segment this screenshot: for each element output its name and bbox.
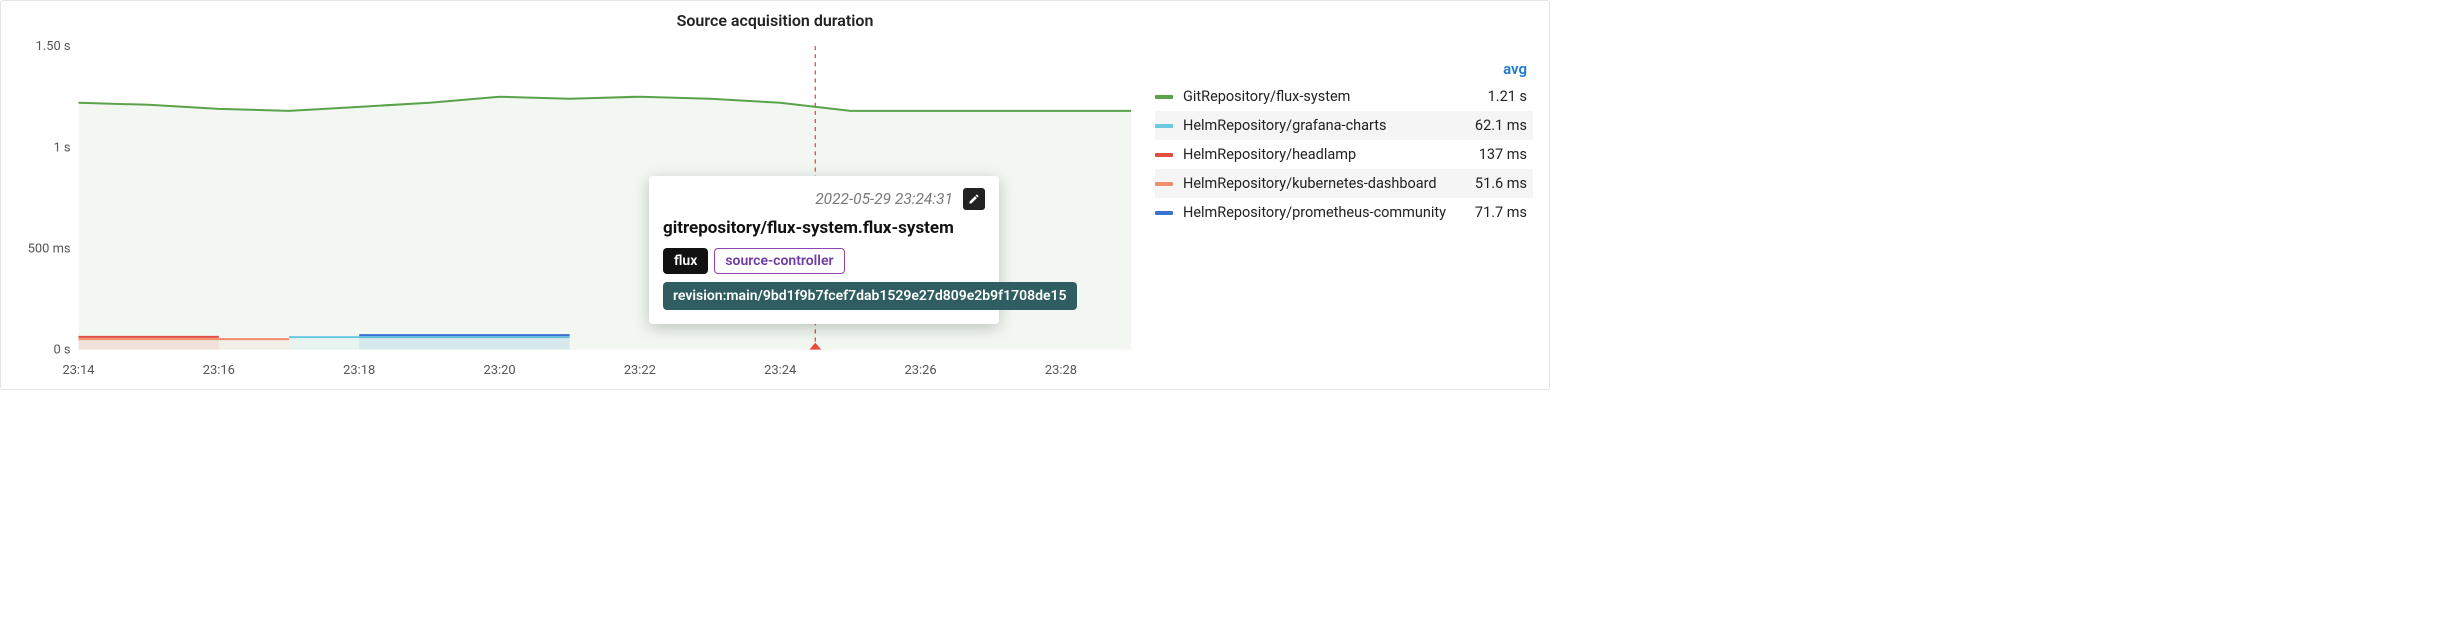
svg-text:23:26: 23:26 bbox=[904, 363, 936, 378]
legend-value: 62.1 ms bbox=[1475, 117, 1527, 134]
panel: Source acquisition duration 0 s 500 ms 1 s… bbox=[0, 0, 1550, 390]
legend-header[interactable]: avg bbox=[1155, 56, 1533, 82]
legend-label: HelmRepository/prometheus-community bbox=[1183, 204, 1465, 221]
legend-swatch bbox=[1155, 95, 1173, 99]
annotation-tooltip: 2022-05-29 23:24:31 gitrepository/flux-s… bbox=[649, 176, 999, 324]
tooltip-header: 2022-05-29 23:24:31 bbox=[663, 188, 985, 210]
tooltip-revision-tag: revision:main/9bd1f9b7fcef7dab1529e27d80… bbox=[663, 282, 1077, 310]
svg-text:23:28: 23:28 bbox=[1045, 363, 1077, 378]
legend-row[interactable]: HelmRepository/grafana-charts 62.1 ms bbox=[1155, 111, 1533, 140]
svg-text:23:14: 23:14 bbox=[62, 363, 95, 378]
svg-text:0 s: 0 s bbox=[53, 343, 70, 358]
series-area bbox=[359, 335, 570, 350]
tooltip-title: gitrepository/flux-system.flux-system bbox=[663, 218, 985, 238]
tooltip-timestamp: 2022-05-29 23:24:31 bbox=[815, 190, 953, 208]
chart-area[interactable]: 0 s 500 ms 1 s 1.50 s 23:14 23:16 23:18 23:20 23… bbox=[9, 36, 1141, 380]
tooltip-tag: source-controller bbox=[714, 248, 844, 274]
legend-label: HelmRepository/headlamp bbox=[1183, 146, 1469, 163]
legend-header-avg: avg bbox=[1503, 60, 1527, 78]
legend-body: GitRepository/flux-system 1.21 s HelmRepos… bbox=[1155, 82, 1533, 227]
svg-text:23:18: 23:18 bbox=[343, 363, 375, 378]
edit-annotation-button[interactable] bbox=[963, 188, 985, 210]
legend-row[interactable]: HelmRepository/kubernetes-dashboard 51.6 … bbox=[1155, 169, 1533, 198]
legend-value: 1.21 s bbox=[1488, 88, 1527, 105]
legend-swatch bbox=[1155, 211, 1173, 215]
legend-label: HelmRepository/kubernetes-dashboard bbox=[1183, 175, 1465, 192]
legend-value: 71.7 ms bbox=[1475, 204, 1527, 221]
svg-text:23:16: 23:16 bbox=[203, 363, 235, 378]
legend-swatch bbox=[1155, 153, 1173, 157]
legend-value: 51.6 ms bbox=[1475, 175, 1527, 192]
legend-label: GitRepository/flux-system bbox=[1183, 88, 1478, 105]
tooltip-tag: flux bbox=[663, 248, 708, 274]
svg-text:23:22: 23:22 bbox=[624, 363, 656, 378]
pencil-icon bbox=[968, 193, 980, 205]
legend-row[interactable]: HelmRepository/headlamp 137 ms bbox=[1155, 140, 1533, 169]
panel-body: 0 s 500 ms 1 s 1.50 s 23:14 23:16 23:18 23:20 23… bbox=[1, 36, 1549, 384]
legend-row[interactable]: HelmRepository/prometheus-community 71.7 … bbox=[1155, 198, 1533, 227]
tooltip-tags: fluxsource-controller bbox=[663, 248, 985, 274]
legend-row[interactable]: GitRepository/flux-system 1.21 s bbox=[1155, 82, 1533, 111]
svg-text:23:24: 23:24 bbox=[764, 363, 797, 378]
svg-text:500 ms: 500 ms bbox=[28, 241, 71, 256]
legend-swatch bbox=[1155, 124, 1173, 128]
legend-label: HelmRepository/grafana-charts bbox=[1183, 117, 1465, 134]
legend: avg GitRepository/flux-system 1.21 s HelmR… bbox=[1141, 36, 1541, 380]
chart-wrapper: 0 s 500 ms 1 s 1.50 s 23:14 23:16 23:18 23:20 23… bbox=[9, 36, 1141, 380]
legend-swatch bbox=[1155, 182, 1173, 186]
svg-text:1.50 s: 1.50 s bbox=[36, 39, 71, 54]
svg-text:23:20: 23:20 bbox=[483, 363, 515, 378]
legend-value: 137 ms bbox=[1479, 146, 1527, 163]
series-area bbox=[79, 339, 290, 350]
svg-text:1 s: 1 s bbox=[53, 140, 70, 155]
panel-title: Source acquisition duration bbox=[1, 1, 1549, 36]
